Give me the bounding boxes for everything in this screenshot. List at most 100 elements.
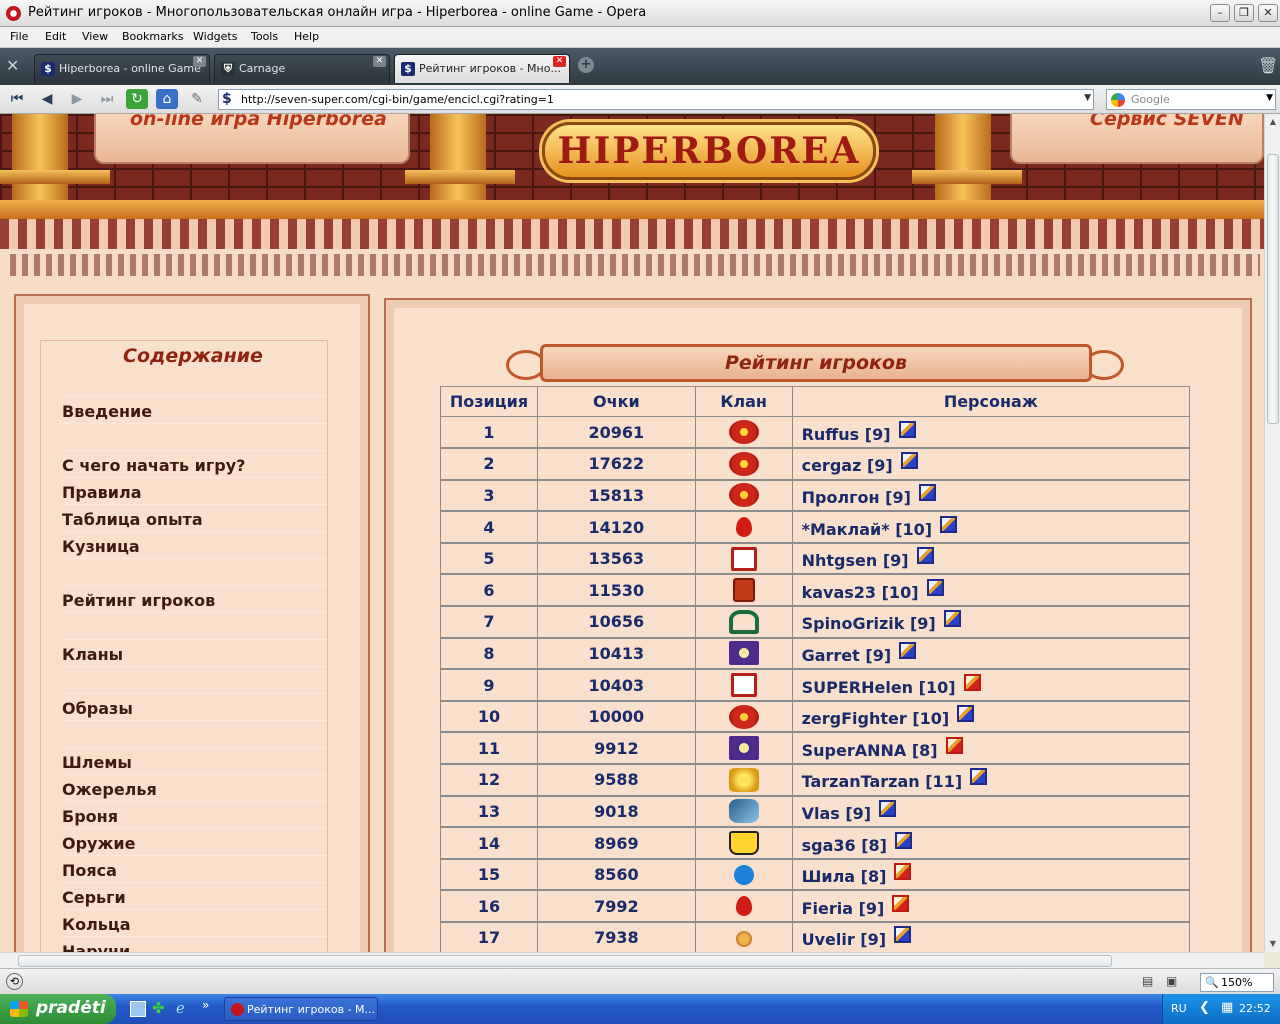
chevron-right-icon[interactable]: » [202, 998, 209, 1012]
character-name-link[interactable]: TarzanTarzan [11] [802, 772, 963, 791]
character-info-icon[interactable] [894, 926, 912, 944]
fast-forward-icon[interactable]: ⏭ [96, 89, 118, 109]
character-info-icon[interactable] [900, 452, 918, 470]
toc-item[interactable]: Образы [59, 695, 327, 721]
edit-icon[interactable]: ✎ [186, 89, 208, 109]
close-tab-icon[interactable]: ✕ [373, 56, 386, 67]
character-info-icon[interactable] [945, 736, 963, 754]
character-name-link[interactable]: Uvelir [9] [802, 930, 886, 949]
rewind-icon[interactable]: ⏮ [6, 89, 28, 109]
clan-emblem-icon[interactable] [728, 767, 759, 792]
character-info-icon[interactable] [918, 483, 936, 501]
toc-item[interactable]: С чего начать игру? [59, 452, 327, 478]
desktop-icon[interactable] [130, 1001, 146, 1017]
menu-view[interactable]: View [82, 30, 108, 43]
clan-emblem-icon[interactable] [735, 896, 752, 917]
search-field[interactable]: Google ▼ [1106, 89, 1276, 110]
character-info-icon[interactable] [957, 705, 975, 723]
character-name-link[interactable]: zergFighter [10] [802, 709, 950, 728]
chevron-left-icon[interactable]: ❮ [1199, 1000, 1210, 1015]
image-toggle-icon[interactable]: ▣ [1166, 974, 1177, 988]
site-logo[interactable]: HIPERBOREA [542, 122, 876, 180]
character-name-link[interactable]: Garret [9] [802, 646, 892, 665]
toc-item[interactable]: Введение [59, 398, 327, 424]
scroll-thumb[interactable] [18, 955, 1112, 967]
character-info-icon[interactable] [963, 673, 981, 691]
clan-emblem-icon[interactable] [728, 736, 759, 761]
url-text[interactable]: http://seven-super.com/cgi-bin/game/enci… [241, 93, 554, 106]
character-info-icon[interactable] [899, 641, 917, 659]
scroll-thumb[interactable] [1267, 154, 1279, 424]
scroll-down-icon[interactable]: ▼ [1265, 936, 1280, 952]
character-info-icon[interactable] [892, 894, 910, 912]
character-info-icon[interactable] [926, 578, 944, 596]
clan-emblem-icon[interactable] [732, 578, 755, 603]
tools-icon[interactable]: ✕ [6, 56, 19, 75]
menu-widgets[interactable]: Widgets [193, 30, 237, 43]
chevron-down-icon[interactable]: ▼ [1084, 93, 1091, 103]
character-info-icon[interactable] [970, 768, 988, 786]
character-name-link[interactable]: SuperANNA [8] [802, 741, 938, 760]
character-name-link[interactable]: cergaz [9] [802, 456, 893, 475]
toc-item[interactable]: Наручи [59, 938, 327, 952]
character-info-icon[interactable] [894, 831, 912, 849]
clan-emblem-icon[interactable] [730, 673, 757, 698]
toc-item[interactable]: Кольца [59, 911, 327, 937]
back-icon[interactable]: ◀ [36, 89, 58, 109]
minimize-button[interactable]: – [1210, 4, 1230, 22]
character-name-link[interactable]: Nhtgsen [9] [802, 551, 909, 570]
character-name-link[interactable]: kavas23 [10] [802, 583, 919, 602]
toc-item[interactable]: Рейтинг игроков [59, 587, 327, 613]
language-indicator[interactable]: RU [1171, 1002, 1187, 1015]
character-info-icon[interactable] [894, 863, 912, 881]
character-name-link[interactable]: SpinoGrizik [9] [802, 614, 936, 633]
start-button[interactable]: pradėti [0, 994, 116, 1024]
tab-hiperborea[interactable]: $ Hiperborea - online Game ✕ [34, 54, 210, 83]
chevron-down-icon[interactable]: ▼ [1266, 93, 1273, 103]
character-name-link[interactable]: sga36 [8] [802, 836, 887, 855]
clan-emblem-icon[interactable] [728, 609, 759, 634]
clan-emblem-icon[interactable] [735, 930, 752, 947]
clan-emblem-icon[interactable] [728, 704, 759, 729]
scroll-up-icon[interactable]: ▲ [1265, 114, 1280, 130]
zoom-control[interactable]: 🔍 150% [1200, 973, 1274, 992]
character-name-link[interactable]: Шила [8] [802, 867, 887, 886]
toc-item[interactable]: Шлемы [59, 749, 327, 775]
ie-icon[interactable]: ℯ [176, 999, 185, 1017]
character-info-icon[interactable] [879, 799, 897, 817]
clan-emblem-icon[interactable] [728, 420, 759, 445]
toc-item[interactable]: Броня [59, 803, 327, 829]
home-icon[interactable]: ⌂ [156, 89, 178, 109]
toc-item[interactable]: Пояса [59, 857, 327, 883]
character-name-link[interactable]: SUPERHelen [10] [802, 678, 956, 697]
reload-icon[interactable]: ↻ [126, 89, 148, 109]
clan-emblem-icon[interactable] [730, 546, 757, 571]
trash-icon[interactable]: 🗑 [1258, 56, 1278, 75]
close-tab-icon[interactable]: ✕ [193, 56, 206, 67]
clan-emblem-icon[interactable] [728, 831, 759, 856]
character-name-link[interactable]: Ruffus [9] [802, 425, 891, 444]
forward-icon[interactable]: ▶ [66, 89, 88, 109]
clan-emblem-icon[interactable] [733, 864, 754, 885]
menu-file[interactable]: File [10, 30, 28, 43]
character-info-icon[interactable] [916, 547, 934, 565]
toc-item[interactable]: Кланы [59, 641, 327, 667]
panel-icon[interactable]: ▤ [1142, 974, 1153, 988]
toc-item[interactable]: Ожерелья [59, 776, 327, 802]
vertical-scrollbar[interactable]: ▲ ▼ [1264, 114, 1280, 952]
character-name-link[interactable]: Vlas [9] [802, 804, 872, 823]
menu-help[interactable]: Help [294, 30, 319, 43]
character-info-icon[interactable] [898, 420, 916, 438]
maximize-button[interactable]: ❐ [1234, 4, 1254, 22]
character-info-icon[interactable] [940, 515, 958, 533]
character-name-link[interactable]: *Маклай* [10] [802, 520, 933, 539]
network-icon[interactable]: ▦ [1221, 1000, 1233, 1015]
tab-carnage[interactable]: ⛨ Carnage ✕ [214, 54, 390, 83]
toc-item[interactable]: Оружие [59, 830, 327, 856]
tab-rating[interactable]: $ Рейтинг игроков - Мно... ✕ [394, 54, 570, 83]
clan-emblem-icon[interactable] [728, 799, 759, 824]
clan-emblem-icon[interactable] [728, 483, 759, 508]
toc-item[interactable]: Правила [59, 479, 327, 505]
toc-item[interactable]: Кузница [59, 533, 327, 559]
clover-icon[interactable]: ✤ [152, 999, 165, 1017]
